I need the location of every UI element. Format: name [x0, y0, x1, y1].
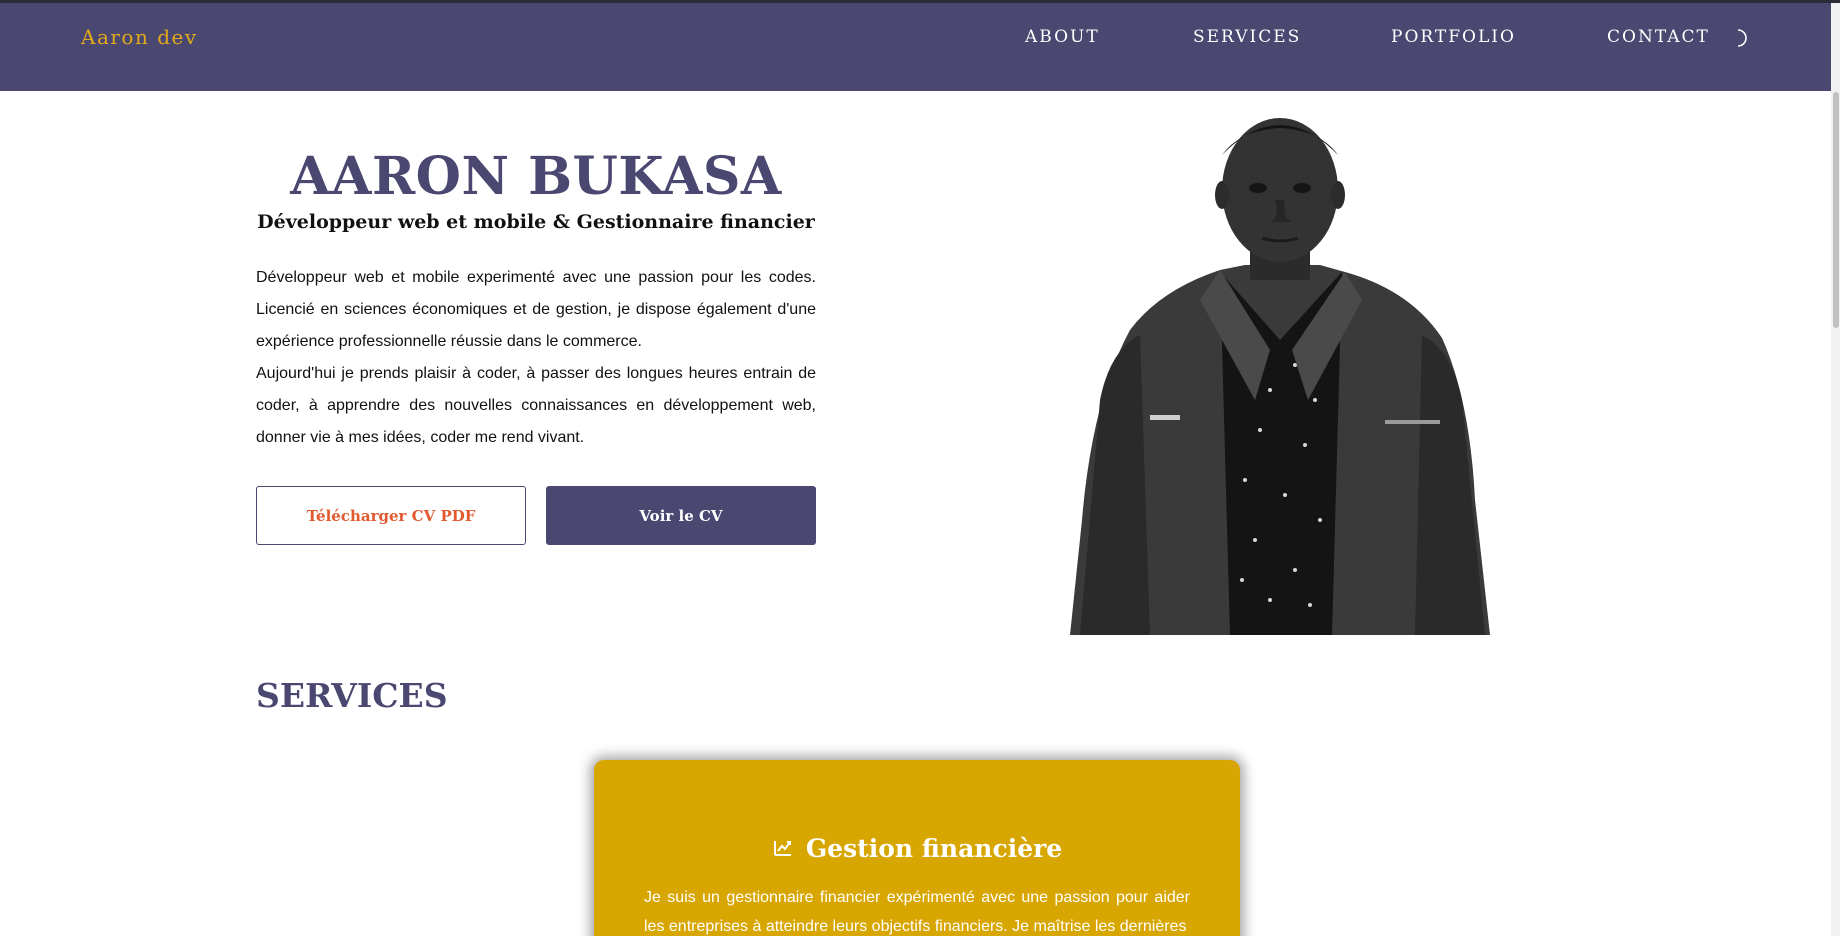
service-card-header: Gestion financière	[594, 834, 1240, 863]
service-card-description: Je suis un gestionnaire financier expéri…	[644, 889, 1190, 935]
nav-link-portfolio[interactable]: PORTFOLIO	[1391, 27, 1516, 47]
view-cv-button[interactable]: Voir le CV	[546, 486, 816, 545]
finance-chart-icon	[772, 835, 794, 862]
nav-link-services[interactable]: SERVICES	[1193, 27, 1301, 47]
nav-link-about[interactable]: ABOUT	[1025, 27, 1100, 47]
navbar: Aaron dev ABOUT SERVICES PORTFOLIO CONTA…	[0, 3, 1831, 91]
brand-logo[interactable]: Aaron dev	[81, 25, 198, 49]
hero-role: Développeur web et mobile & Gestionnaire…	[257, 211, 815, 233]
service-card-finance: Gestion financière Je suis un gestionnai…	[594, 760, 1240, 936]
services-heading: SERVICES	[256, 676, 448, 715]
hero-bio: Développeur web et mobile experimenté av…	[256, 262, 816, 454]
service-card-title: Gestion financière	[805, 834, 1063, 863]
hero-name: AARON BUKASA	[290, 146, 782, 207]
nav-link-contact[interactable]: CONTACT	[1607, 27, 1710, 47]
scrollbar-thumb[interactable]	[1833, 92, 1839, 328]
hero-bio-paragraph-2: Aujourd'hui je prends plaisir à coder, à…	[256, 365, 816, 446]
profile-photo	[1070, 118, 1490, 635]
hero-bio-paragraph-1: Développeur web et mobile experimenté av…	[256, 269, 816, 350]
moon-icon[interactable]	[1731, 27, 1753, 49]
download-cv-button[interactable]: Télécharger CV PDF	[256, 486, 526, 545]
